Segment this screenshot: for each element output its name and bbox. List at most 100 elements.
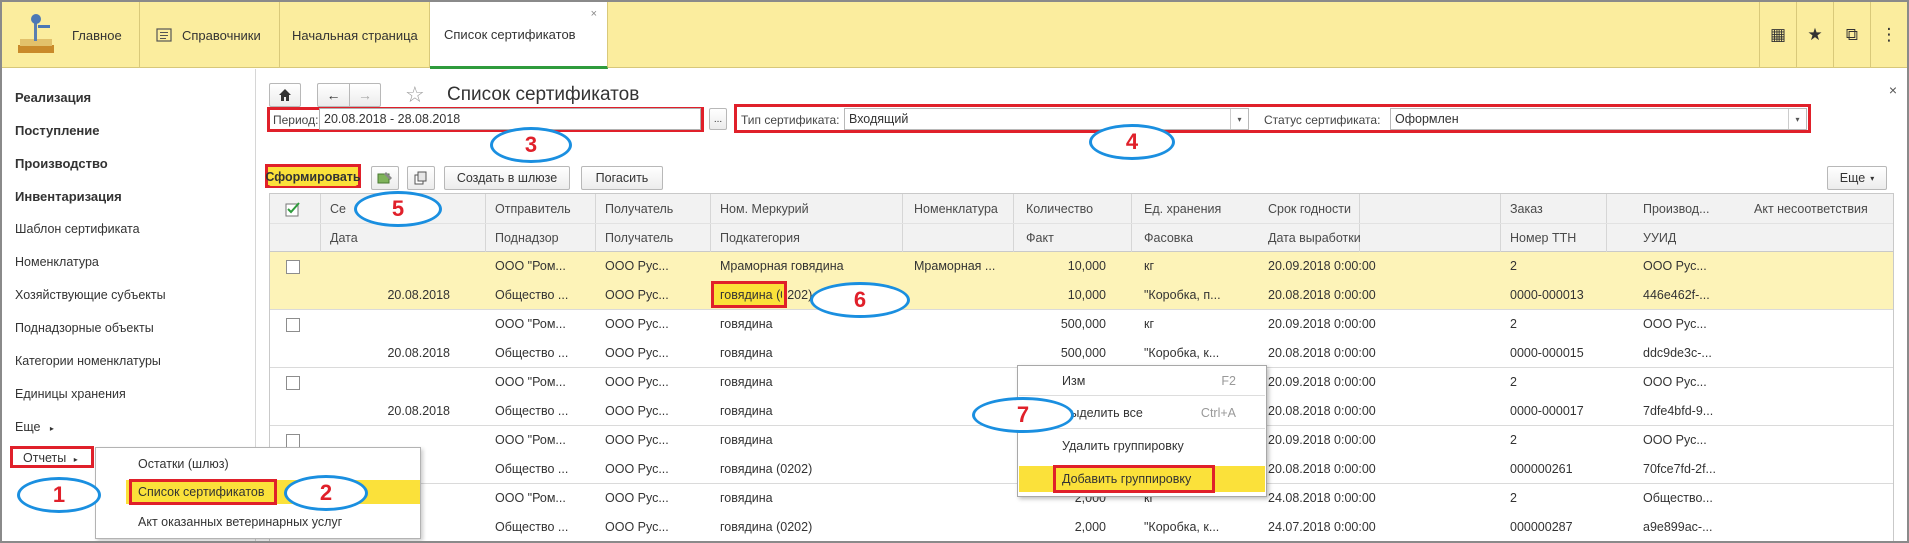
table-cell: 20.08.2018 xyxy=(387,404,450,418)
sidebar-item-nomenclature-categories[interactable]: Категории номенклатуры xyxy=(15,354,161,368)
selected-cell-text[interactable]: говядина (0202) xyxy=(720,288,782,302)
submenu-item-certificate-list[interactable]: Список сертификатов xyxy=(138,485,265,499)
header-quantity[interactable]: Количество xyxy=(1026,202,1093,216)
favorites-star-icon[interactable]: ★ xyxy=(1796,2,1833,68)
header-order[interactable]: Заказ xyxy=(1510,202,1543,216)
sidebar-item-production[interactable]: Производство xyxy=(15,156,108,171)
header-receiver[interactable]: Получатель xyxy=(605,202,673,216)
sidebar-item-realization[interactable]: Реализация xyxy=(15,90,91,105)
dropdown-arrow-icon[interactable]: ▾ xyxy=(1230,109,1248,129)
sidebar-item-inventory[interactable]: Инвентаризация xyxy=(15,189,122,204)
sidebar-item-more[interactable]: Еще ▸ xyxy=(15,420,54,434)
copy-button[interactable] xyxy=(407,166,435,190)
ctx-item-select-all[interactable]: Выделить все xyxy=(1062,406,1143,420)
sidebar-item-receipt[interactable]: Поступление xyxy=(15,123,100,138)
header-ttn-number[interactable]: Номер ТТН xyxy=(1510,231,1576,245)
close-icon[interactable]: × xyxy=(1889,82,1897,98)
table-cell: ddc9de3c-... xyxy=(1643,346,1712,360)
sidebar-more-label: Еще xyxy=(15,420,41,434)
row-checkbox[interactable] xyxy=(286,260,300,274)
ctx-item-remove-grouping[interactable]: Удалить группировку xyxy=(1062,439,1184,453)
callout-2: 2 xyxy=(284,475,368,511)
cert-status-select[interactable]: Оформлен ▾ xyxy=(1390,108,1807,130)
table-cell: 24.07.2018 0:00:00 xyxy=(1268,520,1376,534)
table-cell: 10,000 xyxy=(1067,288,1106,302)
table-cell: ООО "Ром... xyxy=(495,491,566,505)
period-select-button[interactable]: ... xyxy=(709,108,727,130)
header-series[interactable]: Се xyxy=(330,202,346,216)
top-icons: ▦ ★ ⧉ ⋮ xyxy=(1759,2,1907,68)
table-cell: "Коробка, п... xyxy=(1144,288,1221,302)
header-receiver-2[interactable]: Получатель xyxy=(605,231,673,245)
table-cell: ООО "Ром... xyxy=(495,317,566,331)
header-nomenclature[interactable]: Номенклатура xyxy=(914,202,998,216)
header-nonconformity-act[interactable]: Акт несоответствия xyxy=(1754,202,1868,216)
table-cell: ООО Рус... xyxy=(605,375,669,389)
header-sender[interactable]: Отправитель xyxy=(495,202,571,216)
row-checkbox[interactable] xyxy=(286,376,300,390)
header-production-date[interactable]: Дата выработки xyxy=(1268,231,1361,245)
header-uuid[interactable]: УУИД xyxy=(1643,231,1676,245)
header-subcategory[interactable]: Подкатегория xyxy=(720,231,800,245)
header-producer[interactable]: Производ... xyxy=(1643,202,1710,216)
header-date[interactable]: Дата xyxy=(330,231,358,245)
edit-settings-button[interactable] xyxy=(371,166,399,190)
history-icon[interactable]: ⧉ xyxy=(1833,2,1870,68)
header-packaging[interactable]: Фасовка xyxy=(1144,231,1193,245)
submenu-item-vet-services-act[interactable]: Акт оказанных ветеринарных услуг xyxy=(138,515,342,529)
sidebar-item-storage-units[interactable]: Единицы хранения xyxy=(15,387,126,401)
sidebar-item-business-entities[interactable]: Хозяйствующие субъекты xyxy=(15,288,166,302)
dropdown-arrow-icon[interactable]: ▾ xyxy=(1788,109,1806,129)
table-cell: ООО "Ром... xyxy=(495,433,566,447)
sidebar-item-nomenclature[interactable]: Номенклатура xyxy=(15,255,99,269)
home-button[interactable] xyxy=(269,83,301,107)
table-cell: говядина (0202) xyxy=(720,462,813,476)
submenu-item-balances[interactable]: Остатки (шлюз) xyxy=(138,457,229,471)
forward-button[interactable]: → xyxy=(349,83,381,107)
page-title: Список сертификатов xyxy=(447,84,640,105)
table-header: Се Отправитель Получатель Ном. Меркурий … xyxy=(270,194,1893,252)
ctx-item-add-grouping[interactable]: Добавить группировку xyxy=(1062,472,1191,486)
table-cell: ООО Рус... xyxy=(605,259,669,273)
ctx-item-edit[interactable]: Изм xyxy=(1062,374,1085,388)
checkbox-column-icon[interactable] xyxy=(285,201,301,217)
back-button[interactable]: ← xyxy=(317,83,349,107)
form-report-button[interactable]: Сформировать xyxy=(265,167,361,186)
cert-type-value: Входящий xyxy=(849,112,909,126)
tab-home-label: Главное xyxy=(72,27,122,43)
close-icon[interactable]: × xyxy=(591,8,597,20)
header-fact[interactable]: Факт xyxy=(1026,231,1054,245)
row-checkbox[interactable] xyxy=(286,318,300,332)
callout-4: 4 xyxy=(1089,124,1175,160)
table-cell: говядина xyxy=(720,433,773,447)
favorite-star-icon[interactable]: ☆ xyxy=(405,82,425,108)
tab-certificate-list[interactable]: Список сертификатов × xyxy=(430,2,608,69)
create-in-gateway-button[interactable]: Создать в шлюзе xyxy=(444,166,570,190)
settings-edit-icon xyxy=(377,172,392,184)
tab-sprav[interactable]: Справочники xyxy=(140,2,280,68)
sidebar-item-cert-template[interactable]: Шаблон сертификата xyxy=(15,222,140,236)
header-mercury-nom[interactable]: Ном. Меркурий xyxy=(720,202,809,216)
callout-7: 7 xyxy=(972,397,1074,433)
apps-grid-icon[interactable]: ▦ xyxy=(1759,2,1796,68)
table-cell: говядина xyxy=(720,404,773,418)
header-supervised[interactable]: Поднадзор xyxy=(495,231,559,245)
cert-type-select[interactable]: Входящий ▾ xyxy=(844,108,1249,130)
table-cell: ООО Рус... xyxy=(605,317,669,331)
header-storage-unit[interactable]: Ед. хранения xyxy=(1144,202,1221,216)
table-cell: 0000-000017 xyxy=(1510,404,1584,418)
sidebar-item-supervised-objects[interactable]: Поднадзорные объекты xyxy=(15,321,154,335)
app-window: Главное Справочники Начальная страница С… xyxy=(0,0,1909,543)
period-input[interactable]: 20.08.2018 - 28.08.2018 xyxy=(319,108,701,130)
more-button[interactable]: Еще ▾ xyxy=(1827,166,1887,190)
tab-home[interactable]: Главное xyxy=(2,2,140,68)
table-cell: 24.08.2018 0:00:00 xyxy=(1268,491,1376,505)
row-checkbox[interactable] xyxy=(286,434,300,448)
table-cell: ООО "Ром... xyxy=(495,375,566,389)
table-cell: 2 xyxy=(1510,491,1517,505)
menu-more-icon[interactable]: ⋮ xyxy=(1870,2,1907,68)
sidebar-item-reports[interactable]: Отчеты ▸ xyxy=(10,446,94,468)
tab-start-page[interactable]: Начальная страница xyxy=(280,2,430,68)
header-expiry[interactable]: Срок годности xyxy=(1268,202,1351,216)
repay-button[interactable]: Погасить xyxy=(581,166,663,190)
